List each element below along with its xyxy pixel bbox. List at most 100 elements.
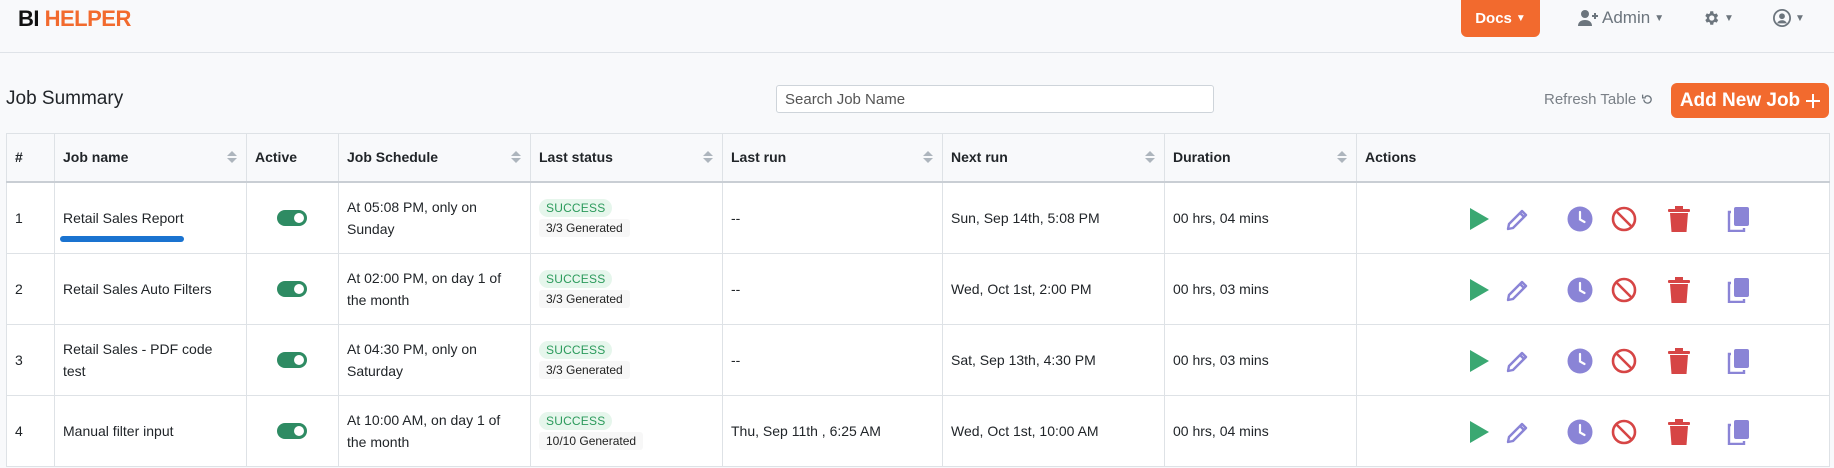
cell-duration: 00 hrs, 03 mins	[1164, 323, 1357, 396]
job-table-container: # Job name Active Job Schedule Last stat…	[6, 133, 1830, 467]
col-header-number[interactable]: #	[6, 133, 55, 183]
run-job-button[interactable]	[1464, 417, 1494, 447]
last-run-text: Thu, Sep 11th , 6:25 AM	[731, 422, 881, 439]
last-run-text: --	[731, 209, 741, 226]
schedule-history-button[interactable]	[1565, 275, 1595, 305]
settings-menu[interactable]: ▼	[1702, 6, 1734, 30]
edit-job-button[interactable]	[1503, 417, 1533, 447]
copy-job-button[interactable]	[1724, 275, 1754, 305]
user-menu[interactable]: ▼	[1773, 6, 1805, 30]
delete-job-button[interactable]	[1664, 275, 1694, 305]
active-toggle[interactable]	[277, 422, 307, 439]
cell-actions	[1356, 394, 1830, 467]
last-run-text: --	[731, 351, 741, 368]
active-toggle[interactable]	[277, 351, 307, 368]
run-job-button[interactable]	[1464, 346, 1494, 376]
job-name-text: Retail Sales Report	[63, 209, 184, 226]
delete-job-button[interactable]	[1664, 346, 1694, 376]
sort-icon[interactable]	[1145, 151, 1155, 163]
disable-job-button[interactable]	[1609, 346, 1639, 376]
job-name[interactable]: Retail Sales Auto Filters	[63, 278, 212, 300]
block-icon	[1611, 348, 1637, 373]
docs-dropdown-button[interactable]: Docs ▼	[1461, 0, 1540, 37]
user-circle-icon	[1773, 9, 1791, 27]
sort-icon[interactable]	[1337, 151, 1347, 163]
disable-job-button[interactable]	[1609, 204, 1639, 234]
cell-active	[246, 181, 339, 254]
edit-icon	[1506, 280, 1528, 301]
status-badge: SUCCESS	[539, 412, 613, 430]
cell-active	[246, 394, 339, 467]
schedule-history-button[interactable]	[1565, 204, 1595, 234]
app-logo[interactable]: BI HELPER	[18, 6, 131, 32]
cell-job-schedule: At 10:00 AM, on day 1 of the month	[338, 394, 531, 467]
cell-number: 3	[6, 323, 55, 396]
admin-menu[interactable]: Admin ▼	[1578, 6, 1664, 30]
logo-helper-text: HELPER	[44, 6, 132, 31]
col-header-label: Last run	[731, 149, 787, 166]
schedule-history-button[interactable]	[1565, 346, 1595, 376]
delete-job-button[interactable]	[1664, 204, 1694, 234]
copy-icon	[1727, 348, 1749, 374]
col-header-job-name[interactable]: Job name	[54, 133, 247, 183]
generated-count: 3/3 Generated	[539, 219, 630, 237]
edit-icon	[1506, 422, 1528, 443]
job-name[interactable]: Manual filter input	[63, 420, 174, 442]
job-name-text: Manual filter input	[63, 422, 174, 439]
copy-job-button[interactable]	[1724, 346, 1754, 376]
next-run-text: Sat, Sep 13th, 4:30 PM	[951, 351, 1096, 368]
block-icon	[1611, 206, 1637, 231]
refresh-table-button[interactable]: Refresh Table	[1544, 91, 1654, 108]
edit-job-button[interactable]	[1503, 275, 1533, 305]
job-name[interactable]: Retail Sales - PDF code test	[63, 338, 238, 382]
disable-job-button[interactable]	[1609, 417, 1639, 447]
cell-actions	[1356, 181, 1830, 254]
page-title: Job Summary	[6, 88, 124, 109]
search-job-input[interactable]	[776, 85, 1214, 113]
cell-duration: 00 hrs, 04 mins	[1164, 181, 1357, 254]
cell-job-name: Retail Sales - PDF code test	[54, 323, 247, 396]
clock-icon	[1567, 419, 1593, 444]
cell-job-schedule: At 04:30 PM, only on Saturday	[338, 323, 531, 396]
col-header-last-status[interactable]: Last status	[530, 133, 723, 183]
job-table: # Job name Active Job Schedule Last stat…	[6, 133, 1830, 467]
admin-label: Admin	[1602, 8, 1651, 27]
cell-job-name: Manual filter input	[54, 394, 247, 467]
generated-count: 3/3 Generated	[539, 361, 630, 379]
active-toggle[interactable]	[277, 280, 307, 297]
run-job-button[interactable]	[1464, 275, 1494, 305]
action-group	[1357, 325, 1829, 395]
col-header-active: Active	[246, 133, 339, 183]
run-job-button[interactable]	[1464, 204, 1494, 234]
copy-job-button[interactable]	[1724, 204, 1754, 234]
job-schedule-text: At 10:00 AM, on day 1 of the month	[347, 411, 501, 450]
play-icon	[1470, 420, 1489, 443]
col-header-duration[interactable]: Duration	[1164, 133, 1357, 183]
refresh-label: Refresh Table	[1544, 91, 1637, 108]
col-header-last-run[interactable]: Last run	[722, 133, 943, 183]
job-name[interactable]: Retail Sales Report	[60, 207, 184, 242]
col-header-next-run[interactable]: Next run	[942, 133, 1165, 183]
delete-job-button[interactable]	[1664, 417, 1694, 447]
add-new-job-button[interactable]: Add New Job	[1671, 83, 1829, 118]
logo-bi-text: BI	[18, 6, 40, 31]
next-run-text: Wed, Oct 1st, 10:00 AM	[951, 422, 1099, 439]
caret-down-icon: ▼	[1515, 13, 1526, 24]
copy-job-button[interactable]	[1724, 417, 1754, 447]
schedule-history-button[interactable]	[1565, 417, 1595, 447]
sort-icon[interactable]	[511, 151, 521, 163]
sort-icon[interactable]	[923, 151, 933, 163]
disable-job-button[interactable]	[1609, 275, 1639, 305]
sort-icon[interactable]	[227, 151, 237, 163]
clock-icon	[1567, 348, 1593, 373]
edit-job-button[interactable]	[1503, 346, 1533, 376]
edit-job-button[interactable]	[1503, 204, 1533, 234]
refresh-icon	[1642, 94, 1653, 104]
sort-icon[interactable]	[703, 151, 713, 163]
job-schedule-text: At 02:00 PM, on day 1 of the month	[347, 269, 502, 308]
col-header-job-schedule[interactable]: Job Schedule	[338, 133, 531, 183]
duration-text: 00 hrs, 04 mins	[1173, 422, 1269, 439]
cell-number: 4	[6, 394, 55, 467]
top-navbar: BI HELPER Docs ▼ Admin ▼ ▼ ▼	[0, 0, 1834, 53]
active-toggle[interactable]	[277, 209, 307, 226]
